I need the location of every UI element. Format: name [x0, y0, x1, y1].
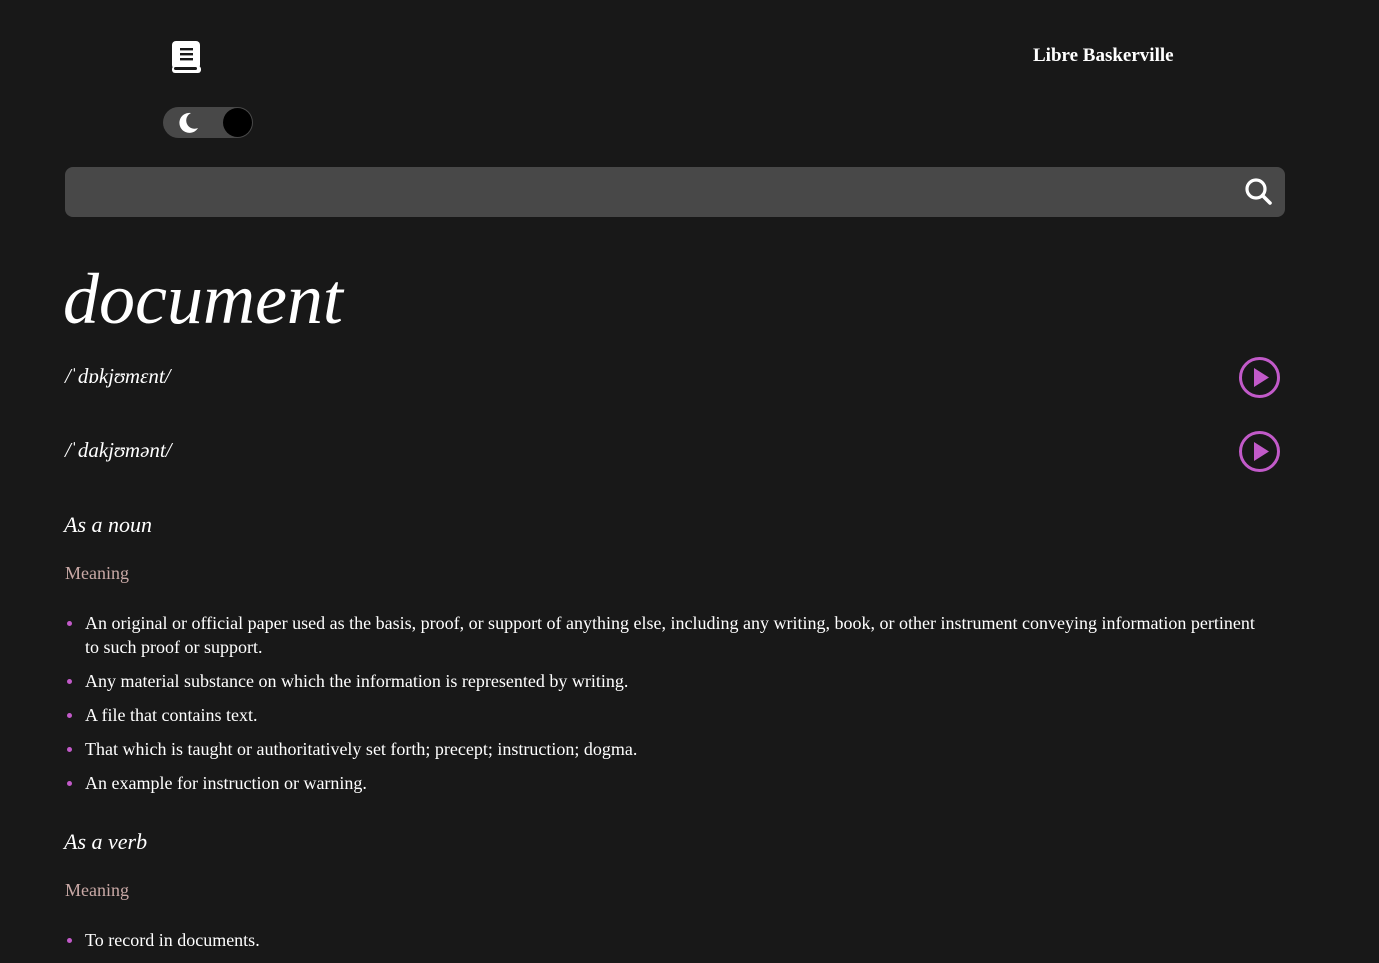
meaning-label: Meaning: [65, 880, 129, 900]
list-item: To record in documents.: [65, 928, 1265, 952]
phonetic-text: /ˈdɒkjʊmɛnt/: [65, 364, 171, 388]
list-item: Any material substance on which the info…: [65, 669, 1265, 693]
moon-icon: [179, 112, 198, 133]
bullet-icon: [67, 781, 72, 786]
theme-toggle[interactable]: [163, 107, 253, 138]
bullet-icon: [67, 621, 72, 626]
search-icon[interactable]: [1243, 176, 1275, 208]
play-icon[interactable]: [1238, 356, 1281, 399]
definition-text: An example for instruction or warning.: [85, 773, 367, 793]
toggle-knob: [223, 108, 252, 137]
word-title: document: [63, 259, 343, 339]
bullet-icon: [67, 747, 72, 752]
definition-text: An original or official paper used as th…: [85, 613, 1255, 657]
definition-list: An original or official paper used as th…: [65, 611, 1265, 805]
search-bar: [65, 167, 1285, 217]
bullet-icon: [67, 938, 72, 943]
part-of-speech-heading: As a noun: [64, 512, 152, 537]
definition-text: To record in documents.: [85, 930, 260, 950]
font-selector[interactable]: Libre Baskerville: [1033, 45, 1174, 67]
meaning-label: Meaning: [65, 563, 129, 583]
list-item: An original or official paper used as th…: [65, 611, 1265, 659]
part-of-speech-heading: As a verb: [64, 829, 148, 854]
definition-text: That which is taught or authoritatively …: [85, 739, 638, 759]
list-item: A file that contains text.: [65, 703, 1265, 727]
bullet-icon: [67, 679, 72, 684]
bullet-icon: [67, 713, 72, 718]
play-icon[interactable]: [1238, 430, 1281, 473]
list-item: That which is taught or authoritatively …: [65, 737, 1265, 761]
definition-text: A file that contains text.: [85, 705, 258, 725]
definition-text: Any material substance on which the info…: [85, 671, 629, 691]
book-icon[interactable]: [171, 40, 202, 74]
definition-list: To record in documents.: [65, 928, 1265, 962]
phonetic-text: /ˈdakjʊmənt/: [65, 438, 172, 462]
list-item: An example for instruction or warning.: [65, 771, 1265, 795]
search-input[interactable]: [81, 167, 1231, 217]
